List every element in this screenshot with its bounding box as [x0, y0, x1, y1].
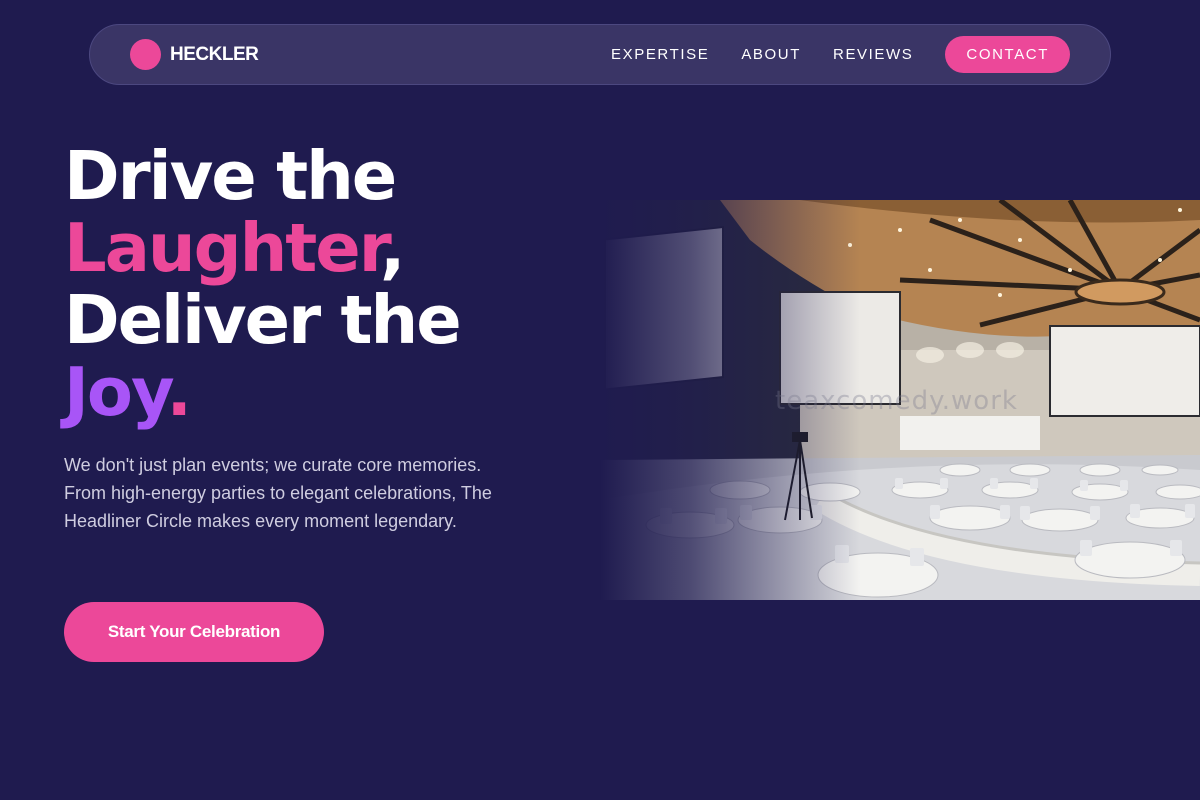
- brand-logo-link[interactable]: HECKLER: [130, 39, 259, 70]
- nav-link-reviews[interactable]: REVIEWS: [833, 46, 913, 63]
- banquet-hall-illustration: [600, 200, 1200, 600]
- hero-title-line-4: Joy.: [64, 356, 584, 428]
- hero-title-period: .: [166, 353, 191, 431]
- hero-title: Drive the Laughter, Deliver the Joy.: [64, 140, 584, 428]
- nav-links: EXPERTISE ABOUT REVIEWS CONTACT: [611, 25, 1070, 84]
- brand-name: HECKLER: [170, 43, 259, 65]
- start-celebration-button[interactable]: Start Your Celebration: [64, 602, 324, 662]
- nav-link-about[interactable]: ABOUT: [741, 46, 801, 63]
- hero-title-line-1: Drive the: [64, 137, 397, 215]
- nav-link-expertise[interactable]: EXPERTISE: [611, 46, 709, 63]
- hero-title-line-2: Laughter,: [64, 212, 584, 284]
- hero-title-line-3: Deliver the: [64, 281, 462, 359]
- brand-logo-icon: [130, 39, 161, 70]
- hero-title-highlight-laughter: Laughter: [64, 209, 382, 287]
- hero-subtitle: We don't just plan events; we curate cor…: [64, 455, 492, 531]
- hero-image-banquet-hall: teaxcomedy.work: [600, 200, 1200, 600]
- contact-button[interactable]: CONTACT: [945, 36, 1070, 73]
- page: HECKLER EXPERTISE ABOUT REVIEWS CONTACT …: [0, 0, 1200, 800]
- top-navbar: HECKLER EXPERTISE ABOUT REVIEWS CONTACT: [89, 24, 1111, 85]
- hero-title-highlight-joy: Joy: [64, 353, 168, 431]
- hero-title-comma: ,: [379, 209, 405, 287]
